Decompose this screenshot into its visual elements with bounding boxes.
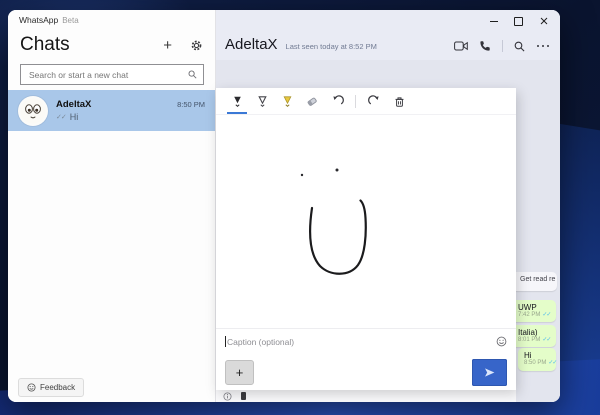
chat-name: AdeltaX [56,99,92,110]
read-receipt-icon: ✓✓ [56,114,67,121]
avatar [18,95,48,126]
redo-button[interactable] [363,88,385,114]
double-check-icon: ✓✓ [548,360,557,367]
app-name: WhatsApp [19,15,59,25]
highlighter-icon [283,95,291,107]
window-controls [481,12,556,30]
conversation-title-row: AdeltaX Last seen today at 8:52 PM [225,36,377,53]
highlighter-tool-button[interactable] [276,88,298,114]
pen-tool-button[interactable] [226,88,248,114]
send-button[interactable] [472,358,507,386]
message-time: 8:01 PM [518,336,541,343]
divider [502,40,503,52]
message-meta: 7:42 PM ✓✓ [518,311,551,319]
face-avatar-icon [20,98,46,123]
more-options-button[interactable] [536,44,550,48]
beta-badge: Beta [62,16,79,25]
search-icon [514,41,525,51]
feedback-label: Feedback [40,383,76,392]
message-text: Get read re [520,276,556,283]
desktop-wallpaper: WhatsApp Beta Chats + Search or start a … [0,0,600,415]
eraser-tool-button[interactable] [301,88,323,114]
gear-icon [191,40,202,50]
redo-icon [367,94,379,104]
drawing-canvas[interactable] [216,115,516,328]
undo-button[interactable] [326,88,348,114]
drawing-editor: Caption (optional) + [216,88,516,390]
maximize-button[interactable] [506,12,531,30]
eraser-icon [307,97,317,106]
chat-time: 8:50 PM [177,100,205,109]
chats-header: Chats + [20,34,203,56]
app-window: WhatsApp Beta Chats + Search or start a … [8,10,560,402]
voice-call-icon [480,41,490,51]
settings-gear-button[interactable] [190,39,203,52]
pen-outline-icon [257,95,267,107]
conversation-actions [454,40,550,52]
message-time: 7:42 PM [518,311,541,318]
conversation-pane: AdeltaX Last seen today at 8:52 PM Get r… [216,10,560,402]
chat-meta: AdeltaX 8:50 PM ✓✓ Hi [56,99,205,122]
feedback-smiley-icon [27,383,36,392]
ink-drawing [300,168,367,275]
attachment-thumbnail [241,392,246,400]
attachment-actions: + [216,354,516,390]
video-call-button[interactable] [454,41,468,51]
page-title: Chats [20,34,70,55]
message-time: 8:50 PM [524,359,547,366]
smiley-icon [496,336,507,347]
add-attachment-button[interactable]: + [225,359,254,385]
double-check-icon: ✓✓ [542,337,551,344]
window-title: WhatsApp Beta [19,15,79,25]
pencil-tool-button[interactable] [251,88,273,114]
video-call-icon [454,41,468,51]
message-meta: 8:01 PM ✓✓ [518,336,551,344]
chat-preview: Hi [69,112,79,122]
drawing-toolbar [216,88,516,115]
delete-drawing-button[interactable] [388,88,410,114]
outgoing-message-bubble[interactable]: Hi 8:50 PM ✓✓ [518,348,557,371]
voice-call-button[interactable] [479,40,491,52]
conversation-name: AdeltaX [225,36,278,53]
minimize-button[interactable] [481,12,506,30]
new-chat-button[interactable]: + [163,38,172,53]
trash-icon [395,96,403,107]
maximize-icon [514,16,523,26]
search-icon [188,70,197,79]
info-icon[interactable] [223,391,232,401]
emoji-button[interactable] [496,336,507,347]
close-icon [540,17,547,25]
search-in-chat-button[interactable] [514,41,525,52]
undo-icon [332,94,344,104]
conversation-header: AdeltaX Last seen today at 8:52 PM [216,10,560,60]
last-seen-status: Last seen today at 8:52 PM [285,42,377,51]
search-input[interactable] [27,68,188,81]
send-icon [485,367,495,377]
more-icon [537,45,549,47]
sidebar: WhatsApp Beta Chats + Search or start a … [8,10,216,402]
search-box [20,64,204,85]
feedback-button[interactable]: Feedback [18,378,85,397]
close-button[interactable] [531,12,556,30]
minimize-icon [489,20,498,22]
compose-bottom-strip [216,390,516,402]
caption-placeholder: Caption (optional) [227,336,295,347]
message-meta: 8:50 PM ✓✓ [524,359,557,367]
text-caret [225,336,226,347]
chat-list-item-adeltax[interactable]: AdeltaX 8:50 PM ✓✓ Hi [8,90,215,131]
double-check-icon: ✓✓ [542,312,551,319]
pen-filled-icon [233,96,241,107]
caption-field[interactable]: Caption (optional) [216,328,516,354]
divider [355,94,356,108]
